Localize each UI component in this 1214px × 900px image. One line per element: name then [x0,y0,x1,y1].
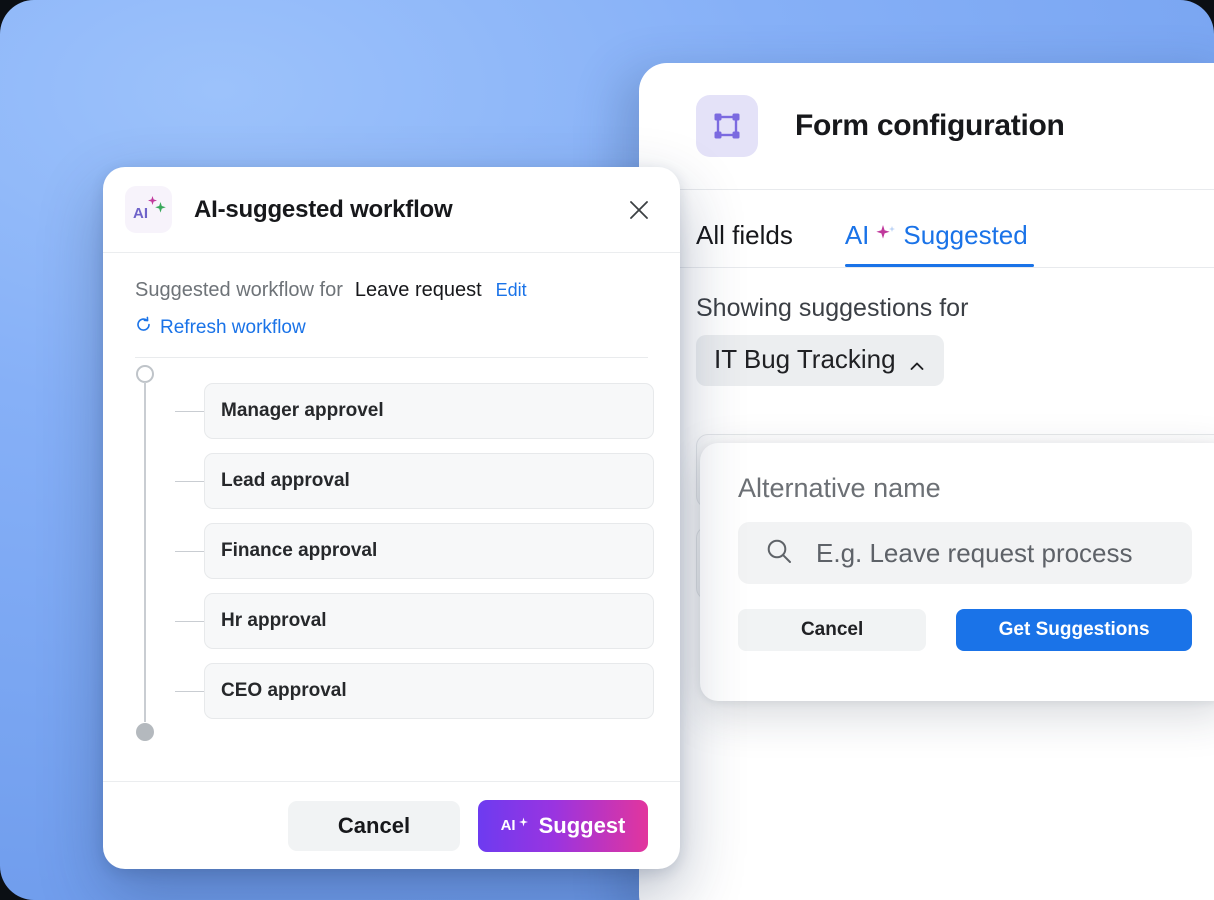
search-icon [764,536,794,571]
tab-ai-suggested[interactable]: AI Suggested [844,220,1034,267]
search-input-placeholder: E.g. Leave request process [816,537,1133,568]
alternative-name-label: Alternative name [738,473,941,503]
get-suggestions-button[interactable]: Get Suggestions [956,609,1192,651]
workflow-timeline: Manager approvel Lead approval Finance a… [103,358,680,781]
panel-header: Form configuration [639,63,1214,190]
workflow-step-box[interactable]: Hr approval [204,593,654,649]
modal-subtitle: Suggested workflow for Leave request Edi… [103,253,680,339]
refresh-workflow-button[interactable]: Refresh workflow [135,316,648,339]
workflow-step-box[interactable]: Manager approvel [204,383,654,439]
popup-cancel-button[interactable]: Cancel [738,609,927,651]
suggest-ai-text: AI [500,817,516,834]
modal-header: AI AI-suggested workflow [103,167,680,253]
timeline-connector [175,481,204,482]
workflow-step-box[interactable]: Lead approval [204,453,654,509]
subtitle-prefix: Suggested workflow for [135,279,343,301]
workflow-step: Lead approval [175,446,654,516]
workflow-step: Hr approval [175,586,654,656]
refresh-icon [135,316,152,339]
suggest-label: Suggest [538,812,626,838]
tab-all-fields[interactable]: All fields [696,220,793,267]
close-icon[interactable] [624,195,654,225]
timeline-connector [175,691,204,692]
chip-label: IT Bug Tracking [714,344,896,374]
timeline-connector [175,411,204,412]
timeline-end-node [136,723,154,741]
timeline-rail [144,382,146,722]
screenshot-root: Form configuration All fields AI Suggest… [0,0,1214,900]
tab-ai-prefix: AI [844,220,870,250]
suggestion-source-chip[interactable]: IT Bug Tracking [696,335,944,386]
timeline-connector [175,621,204,622]
modal-cancel-button[interactable]: Cancel [288,800,460,851]
chevron-up-icon [908,351,926,370]
workflow-step: Manager approvel [175,376,654,446]
alternative-name-popup: Alternative name E.g. Leave request proc… [700,443,1214,701]
workflow-step-box[interactable]: CEO approval [204,663,654,719]
panel-tabs: All fields AI Suggested [639,190,1214,268]
popup-actions: Cancel Get Suggestions [738,609,1192,651]
modal-title: AI-suggested workflow [194,195,453,223]
showing-suggestions-label: Showing suggestions for [696,294,969,322]
timeline-start-node [136,365,154,383]
workflow-step-box[interactable]: Finance approval [204,523,654,579]
sparkle-icon [875,223,897,249]
ai-sparkle-icon: AI [125,186,172,233]
modal-suggest-button[interactable]: AI Suggest [478,799,648,852]
workflow-step: Finance approval [175,516,654,586]
workflow-step: CEO approval [175,656,654,726]
alternative-name-search[interactable]: E.g. Leave request process [738,522,1192,584]
timeline-connector [175,551,204,552]
frame-artboard-icon [696,95,758,157]
ai-suggested-workflow-modal: AI AI-suggested workflow Suggested workf… [103,167,680,869]
workflow-steps: Manager approvel Lead approval Finance a… [175,376,654,726]
refresh-label: Refresh workflow [160,316,306,338]
tab-ai-label: Suggested [903,220,1028,250]
svg-text:AI: AI [133,205,148,222]
panel-title: Form configuration [795,109,1065,142]
subtitle-subject: Leave request [354,279,482,301]
suggest-ai-icon: AI [501,817,530,835]
edit-link[interactable]: Edit [496,280,527,301]
modal-footer: Cancel AI Suggest [103,781,680,869]
